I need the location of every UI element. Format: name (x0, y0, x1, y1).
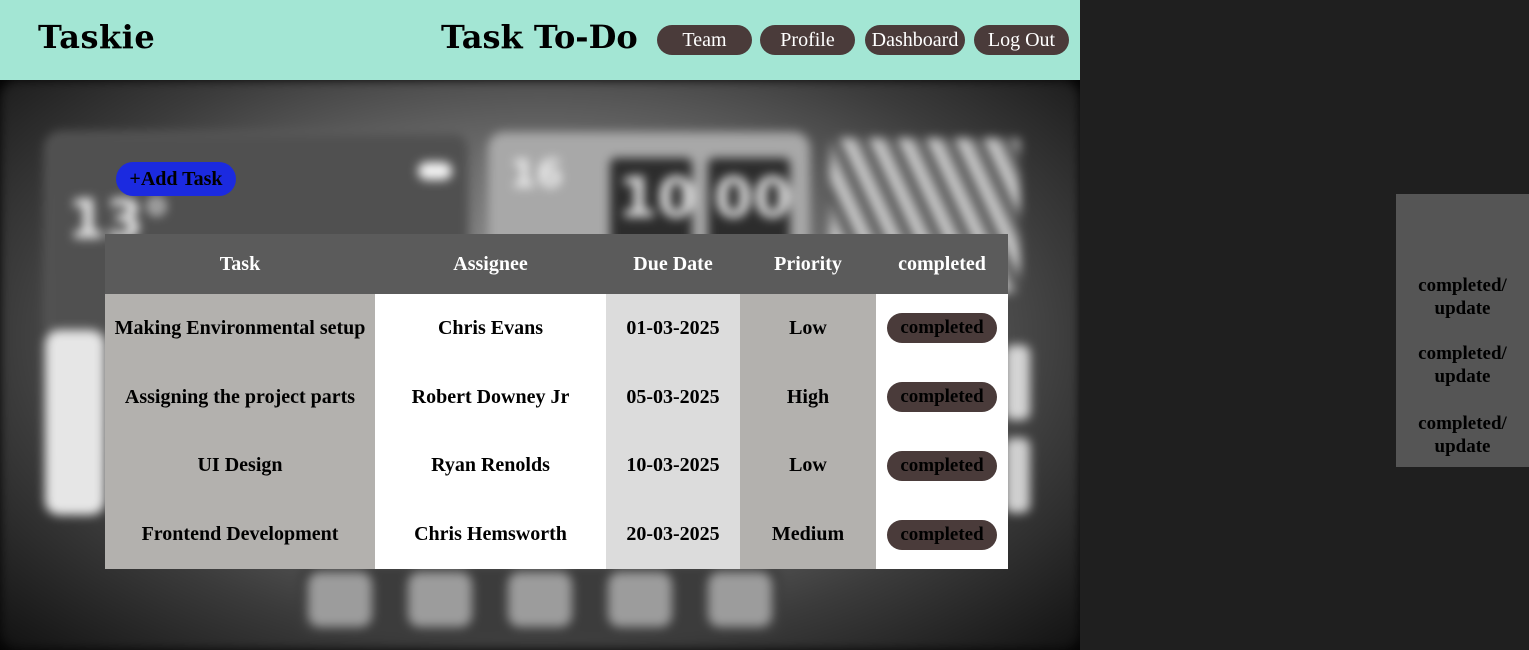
wallpaper-dock-app (408, 572, 472, 627)
wallpaper-clock-minutes: 00 (714, 166, 792, 231)
task-status-cell: completed (876, 294, 1008, 363)
task-due-date: 20-03-2025 (606, 500, 740, 569)
wallpaper-dock-app (708, 572, 772, 627)
page-title: Task To-Do (441, 18, 638, 56)
task-priority: Low (740, 294, 876, 363)
column-header-assignee: Assignee (375, 234, 606, 294)
task-assignee: Robert Downey Jr (375, 362, 606, 432)
wallpaper-tile (1005, 345, 1030, 420)
task-due-date: 05-03-2025 (606, 362, 740, 432)
add-task-button[interactable]: +Add Task (116, 162, 236, 196)
task-assignee: Chris Hemsworth (375, 500, 606, 569)
column-header-completed: completed (876, 234, 1008, 294)
wallpaper-dock-app (308, 572, 372, 627)
task-assignee: Ryan Renolds (375, 431, 606, 501)
task-priority: Medium (740, 500, 876, 569)
task-status-cell: completed (876, 431, 1008, 501)
wallpaper-clock-date: 16 (510, 152, 563, 196)
table-header-row: Task Assignee Due Date Priority complete… (105, 234, 1008, 294)
table-row: UI Design Ryan Renolds 10-03-2025 Low co… (105, 431, 1008, 501)
column-header-priority: Priority (740, 234, 876, 294)
task-due-date: 10-03-2025 (606, 431, 740, 501)
task-status-cell: completed (876, 500, 1008, 569)
wallpaper-dock-app (608, 572, 672, 627)
wallpaper-dock-app (508, 572, 572, 627)
completed-update-link[interactable]: completed/ update (1396, 342, 1529, 388)
cloud-icon (418, 162, 452, 180)
table-row: Making Environmental setup Chris Evans 0… (105, 294, 1008, 363)
task-name: Assigning the project parts (105, 362, 375, 432)
task-priority: Low (740, 431, 876, 501)
wallpaper-tile (1005, 438, 1030, 513)
task-name: Making Environmental setup (105, 294, 375, 363)
task-table: Task Assignee Due Date Priority complete… (105, 234, 1008, 569)
table-row: Assigning the project parts Robert Downe… (105, 362, 1008, 432)
task-name: UI Design (105, 431, 375, 501)
nav-profile-button[interactable]: Profile (760, 25, 855, 55)
completed-update-link[interactable]: completed/ update (1396, 412, 1529, 458)
app-page: 13° 16 10 00 Taskie Task To-Do Team Prof… (0, 0, 1080, 650)
completed-button[interactable]: completed (887, 450, 997, 481)
top-navbar: Taskie Task To-Do Team Profile Dashboard… (0, 0, 1080, 80)
completed-button[interactable]: completed (887, 382, 997, 413)
task-assignee: Chris Evans (375, 294, 606, 363)
completed-button[interactable]: completed (887, 313, 997, 344)
task-due-date: 01-03-2025 (606, 294, 740, 363)
column-header-task: Task (105, 234, 375, 294)
wallpaper-clock-hours: 10 (618, 166, 696, 231)
nav-dashboard-button[interactable]: Dashboard (865, 25, 965, 55)
status-update-panel: completed/ update completed/ update comp… (1396, 194, 1529, 467)
brand-logo[interactable]: Taskie (38, 18, 155, 56)
wallpaper-phone-widget (45, 330, 105, 515)
completed-button[interactable]: completed (887, 519, 997, 550)
completed-update-link[interactable]: completed/ update (1396, 274, 1529, 320)
nav-logout-button[interactable]: Log Out (974, 25, 1069, 55)
column-header-due-date: Due Date (606, 234, 740, 294)
table-row: Frontend Development Chris Hemsworth 20-… (105, 500, 1008, 569)
task-name: Frontend Development (105, 500, 375, 569)
nav-team-button[interactable]: Team (657, 25, 752, 55)
task-status-cell: completed (876, 362, 1008, 432)
task-priority: High (740, 362, 876, 432)
